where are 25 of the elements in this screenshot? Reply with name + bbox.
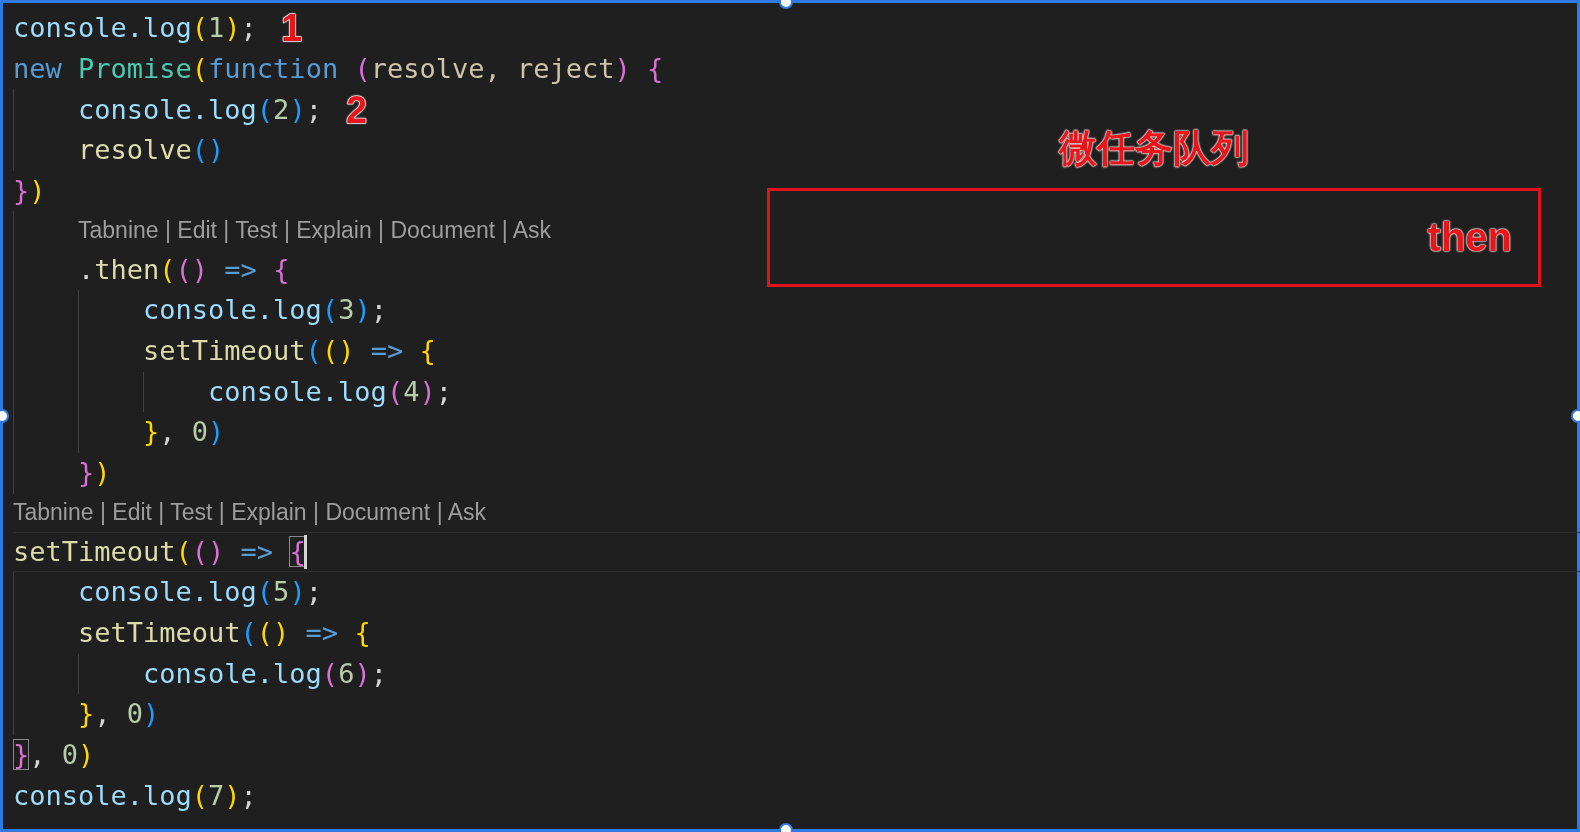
text-cursor: [303, 534, 307, 569]
code-line: setTimeout(() => {: [142, 334, 436, 368]
code-line: setTimeout(() => {: [13, 535, 306, 569]
code-line: }, 0): [77, 698, 160, 731]
code-line: resolve(): [77, 134, 225, 167]
code-line: console.log(6);: [142, 657, 387, 691]
queue-item: then: [1427, 215, 1512, 260]
code-line: console.log(3);: [142, 294, 387, 327]
code-line: }, 0): [142, 416, 225, 449]
code-line: setTimeout(() => {: [77, 617, 371, 650]
code-line: }, 0): [13, 739, 95, 772]
annotation-title: 微任务队列: [1059, 125, 1249, 172]
code-line: new Promise(function (resolve, reject) {: [13, 52, 664, 86]
code-line: console.log(4);: [207, 375, 452, 409]
code-line: console.log(1);: [13, 12, 257, 45]
code-line: console.log(5);: [77, 576, 322, 609]
code-line: .then(() => {: [77, 253, 290, 286]
annotation-number: 1: [280, 9, 302, 48]
annotation-number: 2: [345, 90, 368, 129]
code-line: console.log(7);: [13, 779, 257, 813]
code-line: }): [13, 174, 46, 208]
code-line: console.log(2);: [77, 93, 322, 126]
codelens-actions[interactable]: Tabnine | Edit | Test | Explain | Document | Ask: [78, 216, 552, 244]
codelens-actions[interactable]: Tabnine | Edit | Test | Explain | Document | Ask: [13, 499, 487, 527]
code-line: }): [77, 457, 111, 490]
